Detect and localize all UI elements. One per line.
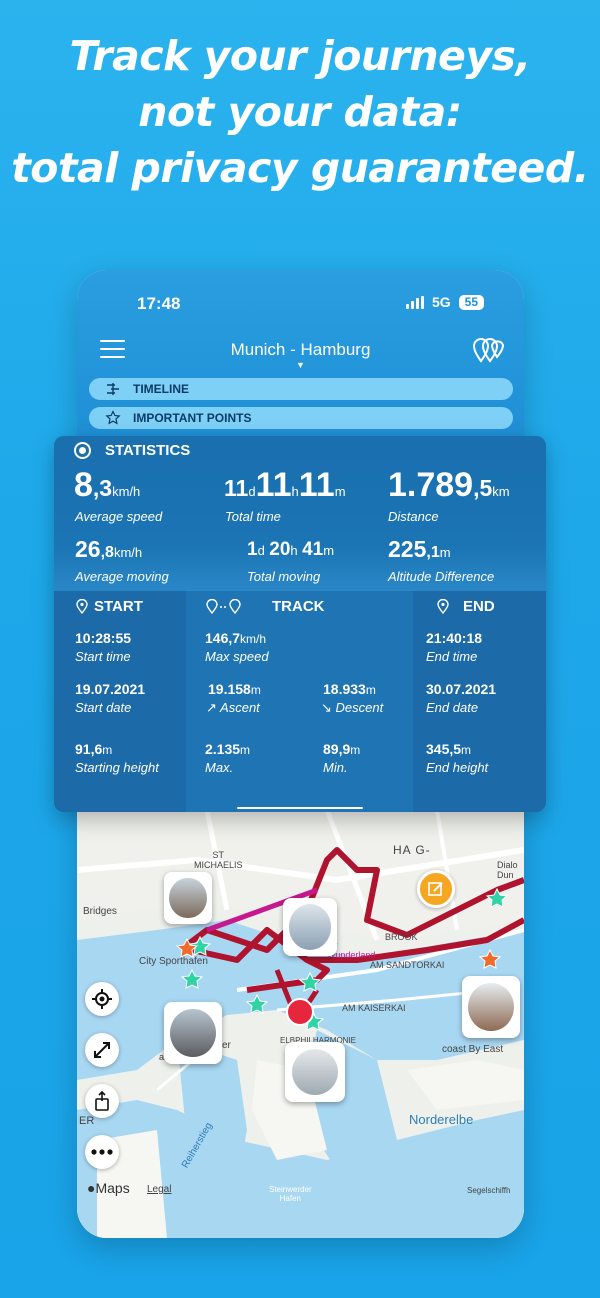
distance-value: 1.789,5km — [388, 466, 510, 504]
map-label-sandtorkai: AM SANDTORKAI — [370, 960, 445, 970]
crosshair-icon — [92, 989, 112, 1009]
max-height-label: Max. — [205, 760, 234, 775]
end-height-value: 345,5m — [426, 741, 472, 757]
avg-speed-label: Average speed — [75, 509, 163, 524]
edit-note-icon[interactable] — [417, 870, 455, 908]
drag-handle[interactable] — [237, 807, 363, 809]
map-label-coast: coast By East — [442, 1044, 504, 1055]
headline: Track your journeys, not your data: tota… — [0, 28, 600, 196]
map-label-segelschiff: Segelschiffh — [467, 1186, 511, 1195]
trip-title[interactable]: Munich - Hamburg — [77, 340, 524, 360]
status-time: 17:48 — [137, 294, 181, 313]
map-label-hamburg: HA G- — [393, 843, 431, 857]
stats-header[interactable]: STATISTICS — [74, 442, 190, 459]
altitude-diff-label: Altitude Difference — [388, 569, 495, 584]
avg-speed-value: 8,3km/h — [74, 466, 141, 504]
map-label-brook: BROOK — [385, 932, 418, 942]
start-time-label: Start time — [75, 649, 131, 664]
photo-marker[interactable] — [164, 1002, 222, 1064]
avg-moving-value: 26,8km/h — [75, 536, 143, 562]
arrow-down-right-icon: ↘ — [321, 700, 332, 715]
total-moving-value: 1d 20h 41m — [247, 539, 335, 560]
photo-marker[interactable] — [283, 898, 337, 956]
expand-icon — [94, 1042, 110, 1058]
end-date-value: 30.07.2021 — [426, 681, 497, 697]
start-date-value: 19.07.2021 — [75, 681, 146, 697]
map-label-norderelbe: Norderelbe — [409, 1112, 474, 1127]
share-button[interactable] — [85, 1084, 119, 1118]
more-options-button[interactable] — [85, 1135, 119, 1169]
more-dots-icon — [91, 1149, 113, 1155]
tab-important-label: IMPORTANT POINTS — [133, 411, 252, 425]
headline-line-3: total privacy guaranteed. — [11, 144, 589, 192]
start-time-value: 10:28:55 — [75, 630, 132, 646]
tab-important-points[interactable]: IMPORTANT POINTS — [89, 407, 513, 429]
avg-moving-label: Average moving — [75, 569, 169, 584]
map-label-kaiserkai: AM KAISERKAI — [342, 1003, 406, 1013]
stats-title: STATISTICS — [105, 442, 191, 459]
legal-link[interactable]: Legal — [147, 1184, 171, 1195]
end-height-label: End height — [426, 760, 489, 775]
signal-icon — [405, 295, 424, 309]
photo-marker[interactable] — [164, 872, 212, 924]
track-header: TRACK — [206, 598, 325, 615]
app-header: 17:48 5G 55 Munich - Hamburg ▼ TIMELINE … — [77, 270, 524, 440]
timeline-icon — [107, 383, 119, 395]
network-label: 5G — [431, 294, 451, 310]
end-date-label: End date — [426, 700, 479, 715]
max-speed-value: 146,7km/h — [205, 630, 267, 646]
pin-icon — [76, 599, 88, 614]
map-label-dialog: Dialo Dun — [497, 860, 518, 880]
expand-button[interactable] — [85, 1033, 119, 1067]
map-label-bridges: Bridges — [83, 906, 117, 917]
total-time-value: 11d11h11m — [224, 466, 346, 504]
descent-value: 18.933m — [323, 681, 376, 697]
battery-icon: 55 — [458, 294, 484, 310]
tab-timeline[interactable]: TIMELINE — [89, 378, 513, 400]
headline-line-1: Track your journeys, — [69, 32, 531, 80]
min-height-value: 89,9m — [323, 741, 361, 757]
photo-marker[interactable] — [285, 1042, 345, 1102]
map-label-er: er — [222, 1040, 231, 1051]
start-date-label: Start date — [75, 700, 132, 715]
total-time-label: Total time — [225, 509, 281, 524]
ascent-value: 19.158m — [208, 681, 261, 697]
start-header: START — [76, 598, 143, 615]
star-icon — [105, 410, 121, 425]
min-height-label: Min. — [323, 760, 348, 775]
headline-line-2: not your data: — [138, 88, 462, 136]
apple-maps-logo: ●Maps — [87, 1180, 130, 1196]
end-time-value: 21:40:18 — [426, 630, 483, 646]
map-view[interactable]: ST MICHAELIS Bridges City Sporthafen AM … — [77, 810, 524, 1238]
map-label-er2: ER — [79, 1115, 95, 1127]
start-height-label: Starting height — [75, 760, 159, 775]
end-time-label: End time — [426, 649, 478, 664]
map-label-steinwerder: Steinwerder Hafen — [269, 1185, 312, 1203]
arrow-up-right-icon: ↗ — [206, 700, 217, 715]
locate-me-button[interactable] — [85, 982, 119, 1016]
total-moving-label: Total moving — [247, 569, 321, 584]
status-bar-right: 5G 55 — [405, 294, 484, 310]
multi-pin-icon[interactable] — [472, 336, 504, 364]
max-speed-label: Max speed — [205, 649, 269, 664]
map-label-st-michaelis: ST MICHAELIS — [194, 850, 243, 870]
ascent-label: ↗ Ascent — [206, 700, 260, 715]
altitude-diff-value: 225,1m — [388, 536, 451, 562]
end-location-marker[interactable] — [286, 998, 314, 1026]
map-label-sporthafen: City Sporthafen — [139, 956, 208, 967]
statistics-card: STATISTICS 8,3km/h Average speed 11d11h1… — [54, 436, 546, 812]
photo-marker[interactable] — [462, 976, 520, 1038]
max-height-value: 2.135m — [205, 741, 251, 757]
radio-selected-icon — [74, 442, 91, 459]
descent-label: ↘ Descent — [321, 700, 384, 715]
end-header: END — [437, 598, 495, 615]
start-height-value: 91,6m — [75, 741, 113, 757]
distance-label: Distance — [388, 509, 439, 524]
tab-timeline-label: TIMELINE — [133, 382, 189, 396]
share-lock-icon — [95, 1091, 109, 1111]
route-pins-icon — [206, 599, 241, 614]
pin-icon — [437, 599, 449, 614]
chevron-down-icon[interactable]: ▼ — [296, 360, 305, 370]
